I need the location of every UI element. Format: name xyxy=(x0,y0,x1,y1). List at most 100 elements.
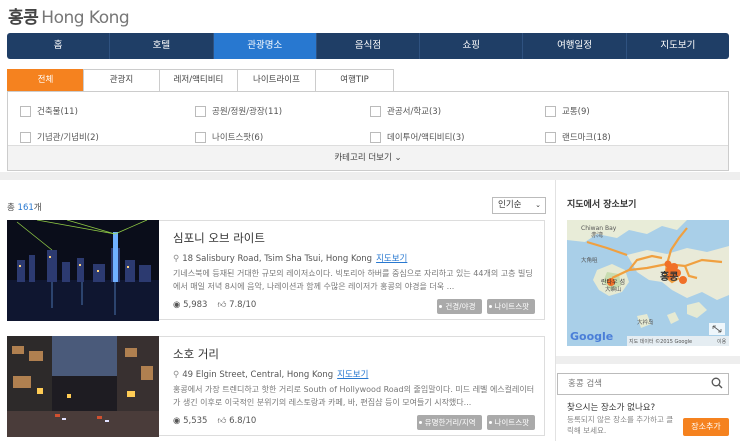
category-label: 데이투어/액티비티(3) xyxy=(387,133,465,143)
category-filter[interactable]: 관공서/학교(3) xyxy=(370,105,545,117)
map-section-title: 지도에서 장소보기 xyxy=(567,200,637,210)
category-filter[interactable]: 공원/정원/광장(11) xyxy=(195,105,370,117)
category-filter-panel: 건축물(11) 공원/정원/광장(11) 관공서/학교(3) 교통(9) 기념관… xyxy=(7,91,729,171)
views-stat: ◉ 5,535 xyxy=(173,416,207,426)
section-divider xyxy=(0,172,740,180)
tag[interactable]: 건경/야경 xyxy=(437,299,482,314)
checkbox[interactable] xyxy=(370,131,381,143)
listing-stats: ◉ 5,535 👍︎ 6.8/10 xyxy=(173,416,256,426)
map-pin-icon: ⚲ xyxy=(173,370,180,380)
page-title: 홍콩 Hong Kong xyxy=(8,3,130,28)
sort-label: 인기순 xyxy=(498,200,522,210)
view-map-link[interactable]: 지도보기 xyxy=(337,370,368,380)
category-filter[interactable]: 건축물(11) xyxy=(20,105,195,117)
listing-card[interactable]: 소호 거리 ⚲ 49 Elgin Street, Central, Hong Ko… xyxy=(7,336,545,437)
map-terms[interactable]: 이용 xyxy=(717,338,727,345)
checkbox[interactable] xyxy=(20,105,31,117)
checkbox[interactable] xyxy=(195,105,206,117)
no-place-title: 찾으시는 장소가 없나요? xyxy=(567,403,656,413)
category-label: 교통(9) xyxy=(562,107,590,117)
sort-select[interactable]: 인기순 ⌄ xyxy=(492,197,546,214)
nav-hotels[interactable]: 호텔 xyxy=(110,33,214,59)
title-korean: 홍콩 xyxy=(8,8,39,28)
views-count: 5,535 xyxy=(183,416,208,426)
main-navigation: 홈 호텔 관광명소 음식점 쇼핑 여행일정 지도보기 xyxy=(7,33,729,59)
category-filter[interactable]: 데이투어/액티비티(3) xyxy=(370,131,545,143)
tag[interactable]: 나이트스팟 xyxy=(486,415,535,430)
category-filter[interactable]: 교통(9) xyxy=(545,105,720,117)
no-place-description: 등록되지 않은 장소를 추가하고 클릭해 보세요. xyxy=(567,415,674,435)
map-label: 大嶼山 xyxy=(605,285,622,293)
checkbox[interactable] xyxy=(545,131,556,143)
listing-title[interactable]: 심포니 오브 라이트 xyxy=(173,230,265,246)
checkbox[interactable] xyxy=(20,131,31,143)
view-map-link[interactable]: 지도보기 xyxy=(376,254,407,264)
count-suffix: 개 xyxy=(33,203,42,213)
map-label: 赤湾 xyxy=(591,231,603,239)
category-tabs: 전체 관광지 레저/액티비티 나이트라이프 여행TIP xyxy=(7,69,394,91)
listing-tags: 유명한거리/지역 나이트스팟 xyxy=(416,415,535,430)
sidebar-divider xyxy=(556,356,740,364)
tab-sights[interactable]: 관광지 xyxy=(83,69,160,91)
category-filter[interactable]: 랜드마크(18) xyxy=(545,131,720,143)
tag[interactable]: 나이트스팟 xyxy=(486,299,535,314)
checkbox[interactable] xyxy=(545,105,556,117)
category-filter[interactable]: 나이트스팟(6) xyxy=(195,131,370,143)
listing-card[interactable]: 심포니 오브 라이트 ⚲ 18 Salisbury Road, Tsim Sha … xyxy=(7,220,545,321)
more-categories-button[interactable]: 카테고리 더보기 ⌄ xyxy=(8,145,728,170)
nav-restaurants[interactable]: 음식점 xyxy=(317,33,421,59)
listing-thumbnail[interactable] xyxy=(7,220,159,321)
listing-thumbnail[interactable] xyxy=(7,336,159,437)
nav-attractions[interactable]: 관광명소 xyxy=(213,33,317,59)
category-label: 나이트스팟(6) xyxy=(212,133,264,143)
map-label: 란타우 섬 xyxy=(601,278,625,286)
nav-map[interactable]: 지도보기 xyxy=(627,33,729,59)
checkbox[interactable] xyxy=(370,105,381,117)
address-text: 49 Elgin Street, Central, Hong Kong xyxy=(182,370,334,380)
listing-title[interactable]: 소호 거리 xyxy=(173,346,219,362)
search-placeholder: 홍콩 검색 xyxy=(568,379,602,389)
tab-travel-tip[interactable]: 여행TIP xyxy=(315,69,394,91)
add-place-button[interactable]: 장소추가 xyxy=(683,418,729,436)
thumbs-up-icon: 👍︎ xyxy=(217,416,227,426)
views-count: 5,983 xyxy=(183,300,208,310)
chevron-down-icon: ⌄ xyxy=(394,153,402,163)
google-logo: Google xyxy=(570,330,613,343)
rating-stat: 👍︎ 7.8/10 xyxy=(217,300,256,310)
map-label: 大衿岛 xyxy=(637,318,654,326)
column-divider xyxy=(555,180,556,441)
map-widget[interactable]: Chiwan Bay 赤湾 홍콩 란타우 섬 大嶼山 大角咀 大衿岛 Googl… xyxy=(567,220,729,346)
map-pin-icon: ⚲ xyxy=(173,254,180,264)
address-text: 18 Salisbury Road, Tsim Sha Tsui, Hong K… xyxy=(182,254,373,264)
tab-nightlife[interactable]: 나이트라이프 xyxy=(237,69,316,91)
map-label: 大角咀 xyxy=(581,256,598,264)
map-label: 홍콩 xyxy=(660,270,678,283)
place-search-input[interactable]: 홍콩 검색 xyxy=(557,373,729,395)
tab-leisure[interactable]: 레저/액티비티 xyxy=(159,69,238,91)
more-categories-label: 카테고리 더보기 xyxy=(334,153,392,163)
nav-home[interactable]: 홈 xyxy=(7,33,111,59)
tag[interactable]: 유명한거리/지역 xyxy=(416,415,482,430)
listing-stats: ◉ 5,983 👍︎ 7.8/10 xyxy=(173,300,256,310)
listing-address: ⚲ 49 Elgin Street, Central, Hong Kong 지도보기 xyxy=(173,368,368,380)
nav-itinerary[interactable]: 여행일정 xyxy=(523,33,627,59)
nav-shopping[interactable]: 쇼핑 xyxy=(420,33,524,59)
result-count: 총 161개 xyxy=(7,201,42,213)
tab-all[interactable]: 전체 xyxy=(7,69,84,91)
category-filter[interactable]: 기념관/기념비(2) xyxy=(20,131,195,143)
listing-description: 기네스북에 등재된 거대한 규모의 레이저쇼이다. 빅토리아 하버를 중심으로 … xyxy=(173,269,533,291)
category-grid: 건축물(11) 공원/정원/광장(11) 관공서/학교(3) 교통(9) 기념관… xyxy=(20,98,720,150)
listing-address: ⚲ 18 Salisbury Road, Tsim Sha Tsui, Hong … xyxy=(173,252,407,264)
count-prefix: 총 xyxy=(7,203,18,213)
category-label: 공원/정원/광장(11) xyxy=(212,107,283,117)
checkbox[interactable] xyxy=(195,131,206,143)
map-label: Chiwan Bay xyxy=(581,225,617,232)
category-label: 랜드마크(18) xyxy=(562,133,611,143)
thumbs-up-icon: 👍︎ xyxy=(217,300,227,310)
search-icon[interactable] xyxy=(711,377,723,397)
category-label: 기념관/기념비(2) xyxy=(37,133,99,143)
rating-value: 7.8/10 xyxy=(229,300,257,310)
page-header: 홍콩 Hong Kong xyxy=(0,0,740,30)
rating-stat: 👍︎ 6.8/10 xyxy=(217,416,256,426)
eye-icon: ◉ xyxy=(173,300,181,310)
